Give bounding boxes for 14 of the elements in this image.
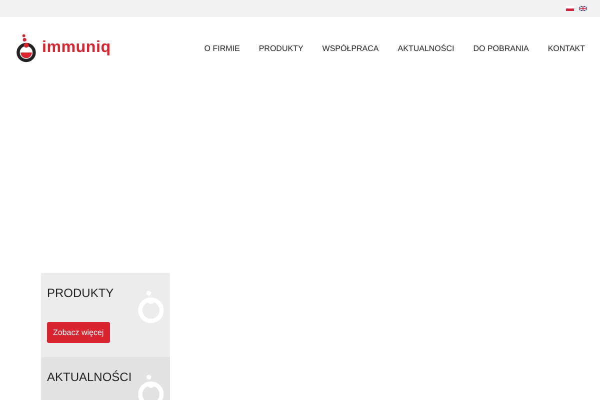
nav-link[interactable]: DO POBRANIA xyxy=(473,44,529,52)
nav-link[interactable]: WSPÓŁPRACA xyxy=(322,44,379,52)
polish-flag-icon[interactable] xyxy=(566,6,574,11)
logo-text: immuniq xyxy=(42,39,111,57)
nav-link[interactable]: AKTUALNOŚCI xyxy=(398,44,454,52)
logo-icon xyxy=(15,34,39,62)
british-flag-icon[interactable] xyxy=(579,6,587,11)
nav-link[interactable]: KONTAKT xyxy=(548,44,585,52)
card-title: PRODUKTY xyxy=(47,286,115,300)
logo[interactable]: immuniq xyxy=(15,34,111,62)
card-title: AKTUALNOŚCI xyxy=(47,370,133,384)
nav-link[interactable]: O FIRMIE xyxy=(204,44,240,52)
nav-link[interactable]: PRODUKTY xyxy=(258,44,304,52)
more-button[interactable]: Zobacz więcej xyxy=(47,322,110,343)
